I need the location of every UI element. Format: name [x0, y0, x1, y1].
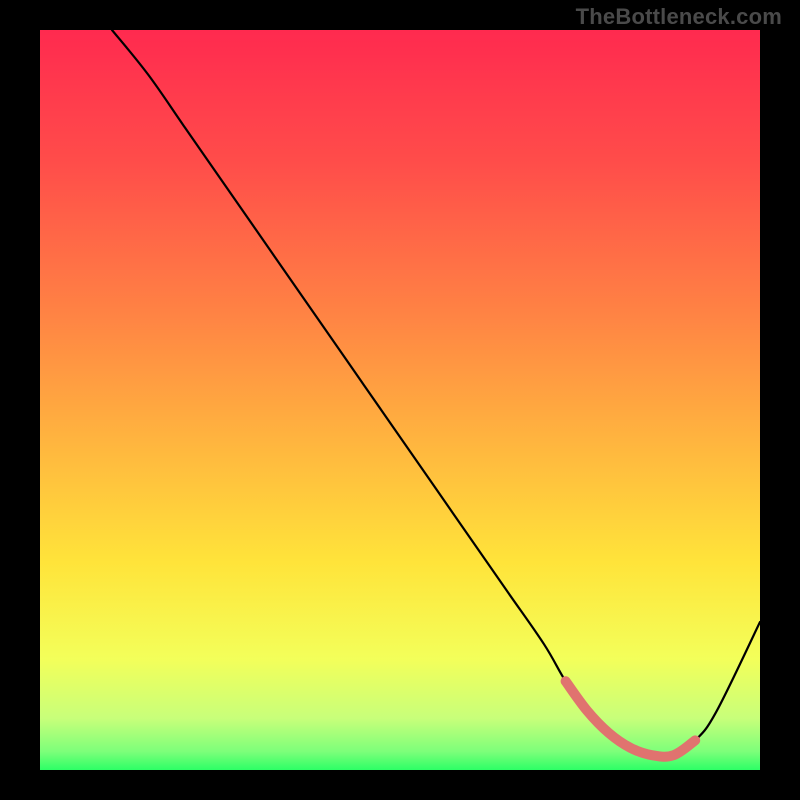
chart-svg — [40, 30, 760, 770]
plot-area — [40, 30, 760, 770]
gradient-background — [40, 30, 760, 770]
chart-container: TheBottleneck.com — [0, 0, 800, 800]
watermark-text: TheBottleneck.com — [576, 4, 782, 30]
